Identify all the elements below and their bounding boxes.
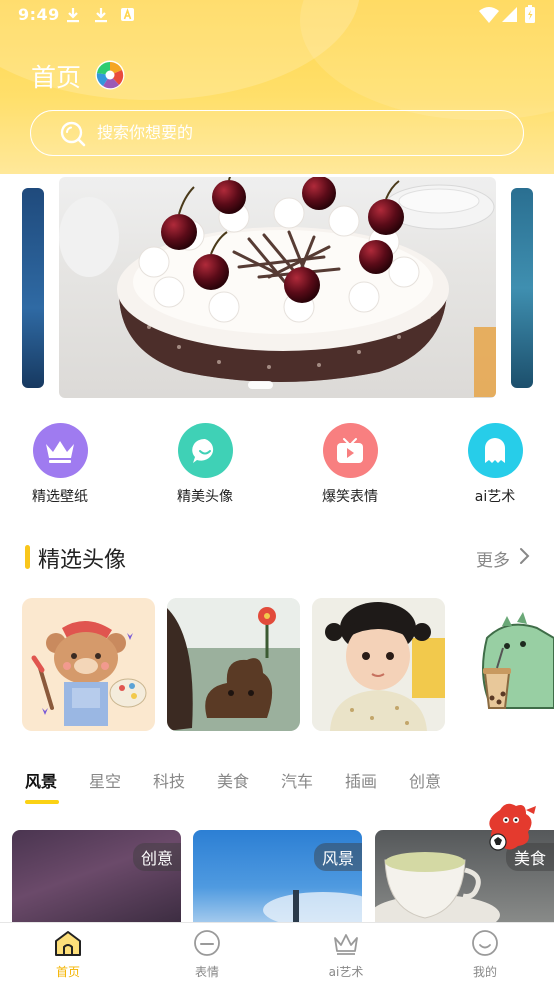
wifi-icon — [479, 7, 499, 23]
app-logo-icon — [95, 60, 125, 90]
category-avatar[interactable]: 精美头像 — [150, 423, 260, 506]
card-tag: 创意 — [132, 843, 181, 871]
crown-icon — [32, 423, 88, 478]
header: 9:49 首页 — [0, 0, 554, 174]
category-meme[interactable]: 爆笑表情 — [295, 423, 405, 506]
section-title: 精选头像 — [38, 548, 127, 573]
avatar-thumb-girl[interactable] — [312, 598, 445, 731]
ghost-icon — [467, 423, 523, 478]
section-accent-bar — [25, 545, 30, 569]
category-ai-art[interactable]: ai艺术 — [440, 423, 550, 506]
tab-scenery[interactable]: 风景 — [25, 768, 57, 792]
nav-ai-art[interactable]: ai艺术 — [306, 929, 386, 980]
wallpaper-card-scenery[interactable]: 风景 — [193, 830, 362, 925]
home-icon — [55, 931, 81, 956]
card-tag: 风景 — [313, 843, 362, 871]
nav-profile[interactable]: 我的 — [445, 929, 525, 980]
active-tab-indicator — [25, 800, 59, 804]
banner-image[interactable] — [59, 177, 496, 398]
tab-cars[interactable]: 汽车 — [281, 768, 313, 792]
category-tabs: 风景 星空 科技 美食 汽车 插画 创意 — [0, 768, 554, 808]
carousel-indicator — [248, 381, 273, 389]
quick-categories: 精选壁纸 精美头像 爆笑表情 ai艺术 — [0, 423, 554, 513]
wallpaper-card-creative[interactable]: 创意 — [12, 830, 181, 925]
tab-creative[interactable]: 创意 — [409, 768, 441, 792]
nav-emoji[interactable]: 表情 — [167, 929, 247, 980]
tab-starry-sky[interactable]: 星空 — [89, 768, 121, 792]
search-icon — [60, 121, 86, 147]
tab-technology[interactable]: 科技 — [153, 768, 185, 792]
status-time: 9:49 — [18, 5, 60, 24]
page-title: 首页 — [31, 63, 82, 92]
tab-food[interactable]: 美食 — [217, 768, 249, 792]
smile-icon — [472, 930, 498, 956]
status-bar: 9:49 — [0, 0, 554, 30]
nav-label: ai艺术 — [328, 965, 364, 979]
battery-icon — [525, 5, 535, 23]
tab-illustration[interactable]: 插画 — [345, 768, 377, 792]
font-a-icon — [121, 8, 134, 21]
avatar-row — [0, 598, 554, 732]
nav-label: 首页 — [55, 965, 80, 979]
category-label: 精选壁纸 — [32, 489, 88, 505]
download-icon — [95, 8, 107, 23]
avatar-thumb-dino[interactable] — [457, 598, 554, 731]
more-link[interactable]: 更多 — [476, 546, 510, 571]
banner-prev-peek[interactable] — [22, 188, 44, 388]
banner-next-peek[interactable] — [511, 188, 533, 388]
category-label: 爆笑表情 — [322, 489, 378, 505]
download-icon — [67, 8, 79, 23]
category-label: ai艺术 — [474, 489, 516, 505]
mascot-sticker-icon[interactable] — [482, 800, 542, 860]
category-wallpaper[interactable]: 精选壁纸 — [5, 423, 115, 506]
emoji-icon — [194, 930, 220, 956]
search-box[interactable] — [30, 110, 524, 156]
nav-label: 我的 — [472, 965, 497, 979]
category-label: 精美头像 — [177, 489, 233, 505]
avatar-thumb-poop[interactable] — [167, 598, 300, 731]
cake-illustration — [59, 177, 496, 397]
nav-home[interactable]: 首页 — [28, 929, 108, 980]
tv-play-icon — [322, 423, 378, 478]
avatar-thumb-bear[interactable] — [22, 598, 155, 731]
chevron-right-icon[interactable] — [518, 547, 530, 565]
nav-label: 表情 — [194, 965, 219, 979]
search-input[interactable] — [97, 123, 477, 142]
signal-icon — [502, 7, 517, 22]
chat-bubble-icon — [177, 423, 233, 478]
bottom-navigation: 首页 表情 ai艺术 我的 — [0, 922, 554, 985]
crown-icon — [334, 934, 358, 955]
